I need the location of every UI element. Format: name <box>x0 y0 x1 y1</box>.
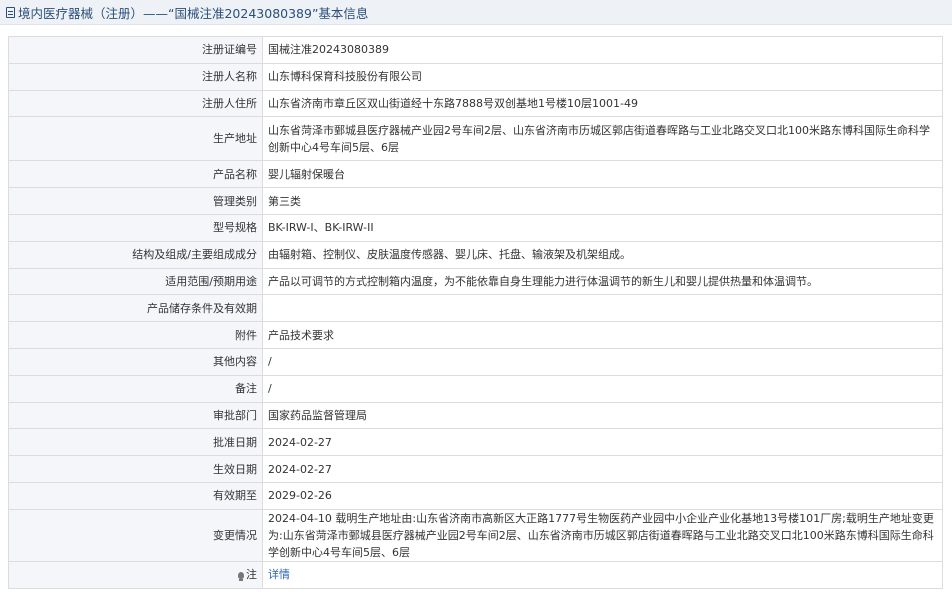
table-row: 产品储存条件及有效期 <box>8 294 943 323</box>
row-value-note: 详情 <box>262 560 943 589</box>
row-value-intended-use: 产品以可调节的方式控制箱内温度，为不能依靠自身生理能力进行体温调节的新生儿和婴儿… <box>262 267 943 296</box>
row-label-model: 型号规格 <box>8 213 263 242</box>
row-value-other: / <box>262 347 943 376</box>
table-row: 注册人名称 山东博科保育科技股份有限公司 <box>8 62 943 91</box>
note-label: 注 <box>246 568 257 582</box>
row-label-attachment: 附件 <box>8 321 263 349</box>
lightbulb-icon <box>238 572 244 582</box>
row-label-registrant-address: 注册人住所 <box>8 89 263 118</box>
row-value-storage <box>262 294 943 323</box>
row-label-intended-use: 适用范围/预期用途 <box>8 267 263 296</box>
row-label-approval-date: 批准日期 <box>8 428 263 457</box>
table-row: 有效期至 2029-02-26 <box>8 481 943 510</box>
row-value-approval-date: 2024-02-27 <box>262 428 943 457</box>
table-row: 生产地址 山东省菏泽市鄄城县医疗器械产业园2号车间2层、山东省济南市历城区郭店街… <box>8 116 943 162</box>
row-value-attachment: 产品技术要求 <box>262 321 943 349</box>
row-label-changes: 变更情况 <box>8 508 263 562</box>
row-value-registrant: 山东博科保育科技股份有限公司 <box>262 62 943 91</box>
page-title: 境内医疗器械（注册）——“国械注准20243080389”基本信息 <box>18 5 369 21</box>
table-row: 注册人住所 山东省济南市章丘区双山街道经十东路7888号双创基地1号楼10层10… <box>8 89 943 118</box>
table-row: 变更情况 2024-04-10 载明生产地址由:山东省济南市高新区大正路1777… <box>8 508 943 562</box>
row-value-changes: 2024-04-10 载明生产地址由:山东省济南市高新区大正路1777号生物医药… <box>262 508 943 562</box>
row-value-production-address: 山东省菏泽市鄄城县医疗器械产业园2号车间2层、山东省济南市历城区郭店街道春晖路与… <box>262 116 943 162</box>
details-link[interactable]: 详情 <box>268 568 290 581</box>
row-value-product-name: 婴儿辐射保暖台 <box>262 160 943 189</box>
row-label-other: 其他内容 <box>8 347 263 376</box>
row-value-valid-until: 2029-02-26 <box>262 481 943 510</box>
row-value-category: 第三类 <box>262 187 943 215</box>
row-value-effective-date: 2024-02-27 <box>262 455 943 483</box>
page-header: 境内医疗器械（注册）——“国械注准20243080389”基本信息 <box>0 0 952 25</box>
row-value-structure: 由辐射箱、控制仪、皮肤温度传感器、婴儿床、托盘、输液架及机架组成。 <box>262 240 943 269</box>
row-label-valid-until: 有效期至 <box>8 481 263 510</box>
row-value-registrant-address: 山东省济南市章丘区双山街道经十东路7888号双创基地1号楼10层1001-49 <box>262 89 943 118</box>
row-label-note: 注 <box>8 560 263 589</box>
table-row: 备注 / <box>8 374 943 403</box>
row-value-remarks: / <box>262 374 943 403</box>
info-table: 注册证编号 国械注准20243080389 注册人名称 山东博科保育科技股份有限… <box>8 36 943 589</box>
row-label-category: 管理类别 <box>8 187 263 215</box>
table-row: 管理类别 第三类 <box>8 187 943 215</box>
table-row: 适用范围/预期用途 产品以可调节的方式控制箱内温度，为不能依靠自身生理能力进行体… <box>8 267 943 296</box>
row-label-storage: 产品储存条件及有效期 <box>8 294 263 323</box>
row-label-approval-dept: 审批部门 <box>8 401 263 430</box>
row-label-production-address: 生产地址 <box>8 116 263 162</box>
row-value-model: BK-IRW-I、BK-IRW-II <box>262 213 943 242</box>
row-label-registrant: 注册人名称 <box>8 62 263 91</box>
table-row: 附件 产品技术要求 <box>8 321 943 349</box>
document-icon <box>6 6 15 18</box>
row-label-structure: 结构及组成/主要组成成分 <box>8 240 263 269</box>
row-label-effective-date: 生效日期 <box>8 455 263 483</box>
row-label-product-name: 产品名称 <box>8 160 263 189</box>
row-value-reg-no: 国械注准20243080389 <box>262 36 943 64</box>
row-label-reg-no: 注册证编号 <box>8 36 263 64</box>
table-row: 产品名称 婴儿辐射保暖台 <box>8 160 943 189</box>
table-row: 结构及组成/主要组成成分 由辐射箱、控制仪、皮肤温度传感器、婴儿床、托盘、输液架… <box>8 240 943 269</box>
table-row: 其他内容 / <box>8 347 943 376</box>
table-row: 型号规格 BK-IRW-I、BK-IRW-II <box>8 213 943 242</box>
row-label-remarks: 备注 <box>8 374 263 403</box>
table-row: 批准日期 2024-02-27 <box>8 428 943 457</box>
table-row: 注 详情 <box>8 560 943 589</box>
table-row: 注册证编号 国械注准20243080389 <box>8 36 943 64</box>
table-row: 审批部门 国家药品监督管理局 <box>8 401 943 430</box>
table-row: 生效日期 2024-02-27 <box>8 455 943 483</box>
row-value-approval-dept: 国家药品监督管理局 <box>262 401 943 430</box>
